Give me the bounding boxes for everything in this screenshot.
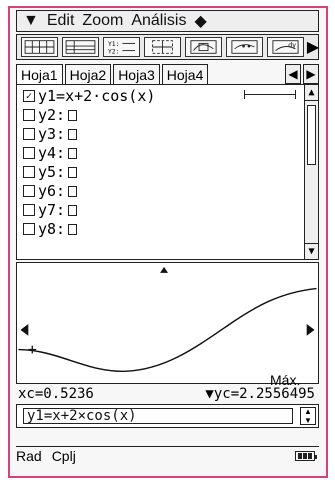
yc-arrow-icon: ▼ [205,386,214,402]
function-label-y5: y5: [38,163,66,181]
tab-scroll-controls: ◀ ▶ [285,64,319,84]
tab-hoja3[interactable]: Hoja3 [113,64,160,84]
svg-text:dy: dy [288,42,296,49]
function-row-y1[interactable]: ✓ y1=x+2·cos(x) [23,87,155,105]
function-label-y1: y1=x+2·cos(x) [38,87,156,105]
function-label-y3: y3: [38,125,66,143]
toolbar-next-icon[interactable]: ▶ [307,37,319,57]
function-label-y4: y4: [38,144,66,162]
function-list: ✓ y1=x+2·cos(x) y2: y3: y4: y5: y6: y7: … [16,84,319,260]
status-bar: Rad Cplj [16,446,319,464]
pan-right-icon[interactable] [306,323,315,336]
grid-toggle-icon[interactable] [21,37,58,57]
battery-icon [295,450,317,461]
zoom-box-icon[interactable] [144,37,181,57]
svg-text:Y2:: Y2: [108,48,119,55]
function-row-y4[interactable]: y4: [23,144,78,162]
menu-bar: ▼ Edit Zoom Análisis ◆ [16,10,319,32]
yc-value: yc=2.2556495 [213,386,315,402]
menu-edit[interactable]: Edit [47,12,75,30]
tab-left-icon[interactable]: ◀ [285,64,301,84]
function-list-scrollbar[interactable]: ▲ ▼ [304,85,318,259]
checkbox-y5[interactable] [23,166,35,178]
function-row-y5[interactable]: y5: [23,163,78,181]
tab-hoja1[interactable]: Hoja1 [16,64,63,84]
function-curve [18,287,317,372]
entry-line: ▲ ▼ [16,404,319,428]
tab-right-icon[interactable]: ▶ [303,64,319,84]
graph-canvas [18,266,317,372]
graph-window[interactable] [16,262,319,384]
complex-mode: Cplj [51,447,76,464]
empty-slot-icon [68,166,78,178]
menu-zoom[interactable]: Zoom [82,12,123,30]
tab-hoja4[interactable]: Hoja4 [161,64,209,84]
y-editor-icon[interactable]: Y1: Y2: [103,37,140,57]
sheet-tabs: Hoja1 Hoja2 Hoja3 Hoja4 ◀ ▶ [16,64,319,84]
checkbox-y1[interactable]: ✓ [23,90,35,102]
toolbar: Y1: Y2: dy ▶ [16,34,319,60]
coordinate-readout: xc=0.5236 ▼yc=2.2556495 [16,386,319,402]
yc-readout: ▼yc=2.2556495 [205,386,315,402]
checkbox-y6[interactable] [23,185,35,197]
expression-input[interactable] [23,408,293,424]
function-row-y6[interactable]: y6: [23,182,78,200]
empty-slot-icon [68,128,78,140]
scroll-down-icon[interactable]: ▼ [305,243,318,259]
tab-hoja2[interactable]: Hoja2 [64,64,112,84]
function-row-y8[interactable]: y8: [23,220,78,238]
svg-text:Y1:: Y1: [108,41,119,48]
entry-scroll-up-icon[interactable]: ▲ [304,407,312,416]
zoom-in-icon[interactable] [185,37,222,57]
entry-scroll-control[interactable]: ▲ ▼ [300,407,316,425]
entry-scroll-down-icon[interactable]: ▼ [304,416,312,425]
table-icon[interactable] [62,37,99,57]
angle-mode: Rad [16,447,42,464]
function-label-y6: y6: [38,182,66,200]
graph-style-indicator[interactable] [244,89,296,99]
scroll-up-icon[interactable]: ▲ [305,85,318,101]
menu-diamond-icon[interactable]: ◆ [194,11,206,31]
function-row-y7[interactable]: y7: [23,201,78,219]
empty-slot-icon [68,147,78,159]
checkbox-y7[interactable] [23,204,35,216]
checkbox-y3[interactable] [23,128,35,140]
pan-up-icon[interactable] [160,266,168,273]
menu-chevron-icon[interactable]: ▼ [23,12,39,30]
trace-icon[interactable]: dy [267,37,304,57]
checkbox-y4[interactable] [23,147,35,159]
empty-slot-icon [68,204,78,216]
pan-left-icon[interactable] [20,323,29,336]
function-label-y7: y7: [38,201,66,219]
zoom-out-icon[interactable] [226,37,263,57]
function-row-y2[interactable]: y2: [23,106,78,124]
empty-slot-icon [68,223,78,235]
function-row-y3[interactable]: y3: [23,125,78,143]
checkbox-y8[interactable] [23,223,35,235]
function-label-y8: y8: [38,220,66,238]
function-label-y2: y2: [38,106,66,124]
empty-slot-icon [68,109,78,121]
trace-cursor-icon[interactable] [28,345,37,354]
scroll-thumb[interactable] [307,105,316,165]
xc-readout: xc=0.5236 [18,386,94,402]
checkbox-y2[interactable] [23,109,35,121]
menu-analisis[interactable]: Análisis [131,12,186,30]
empty-slot-icon [68,185,78,197]
